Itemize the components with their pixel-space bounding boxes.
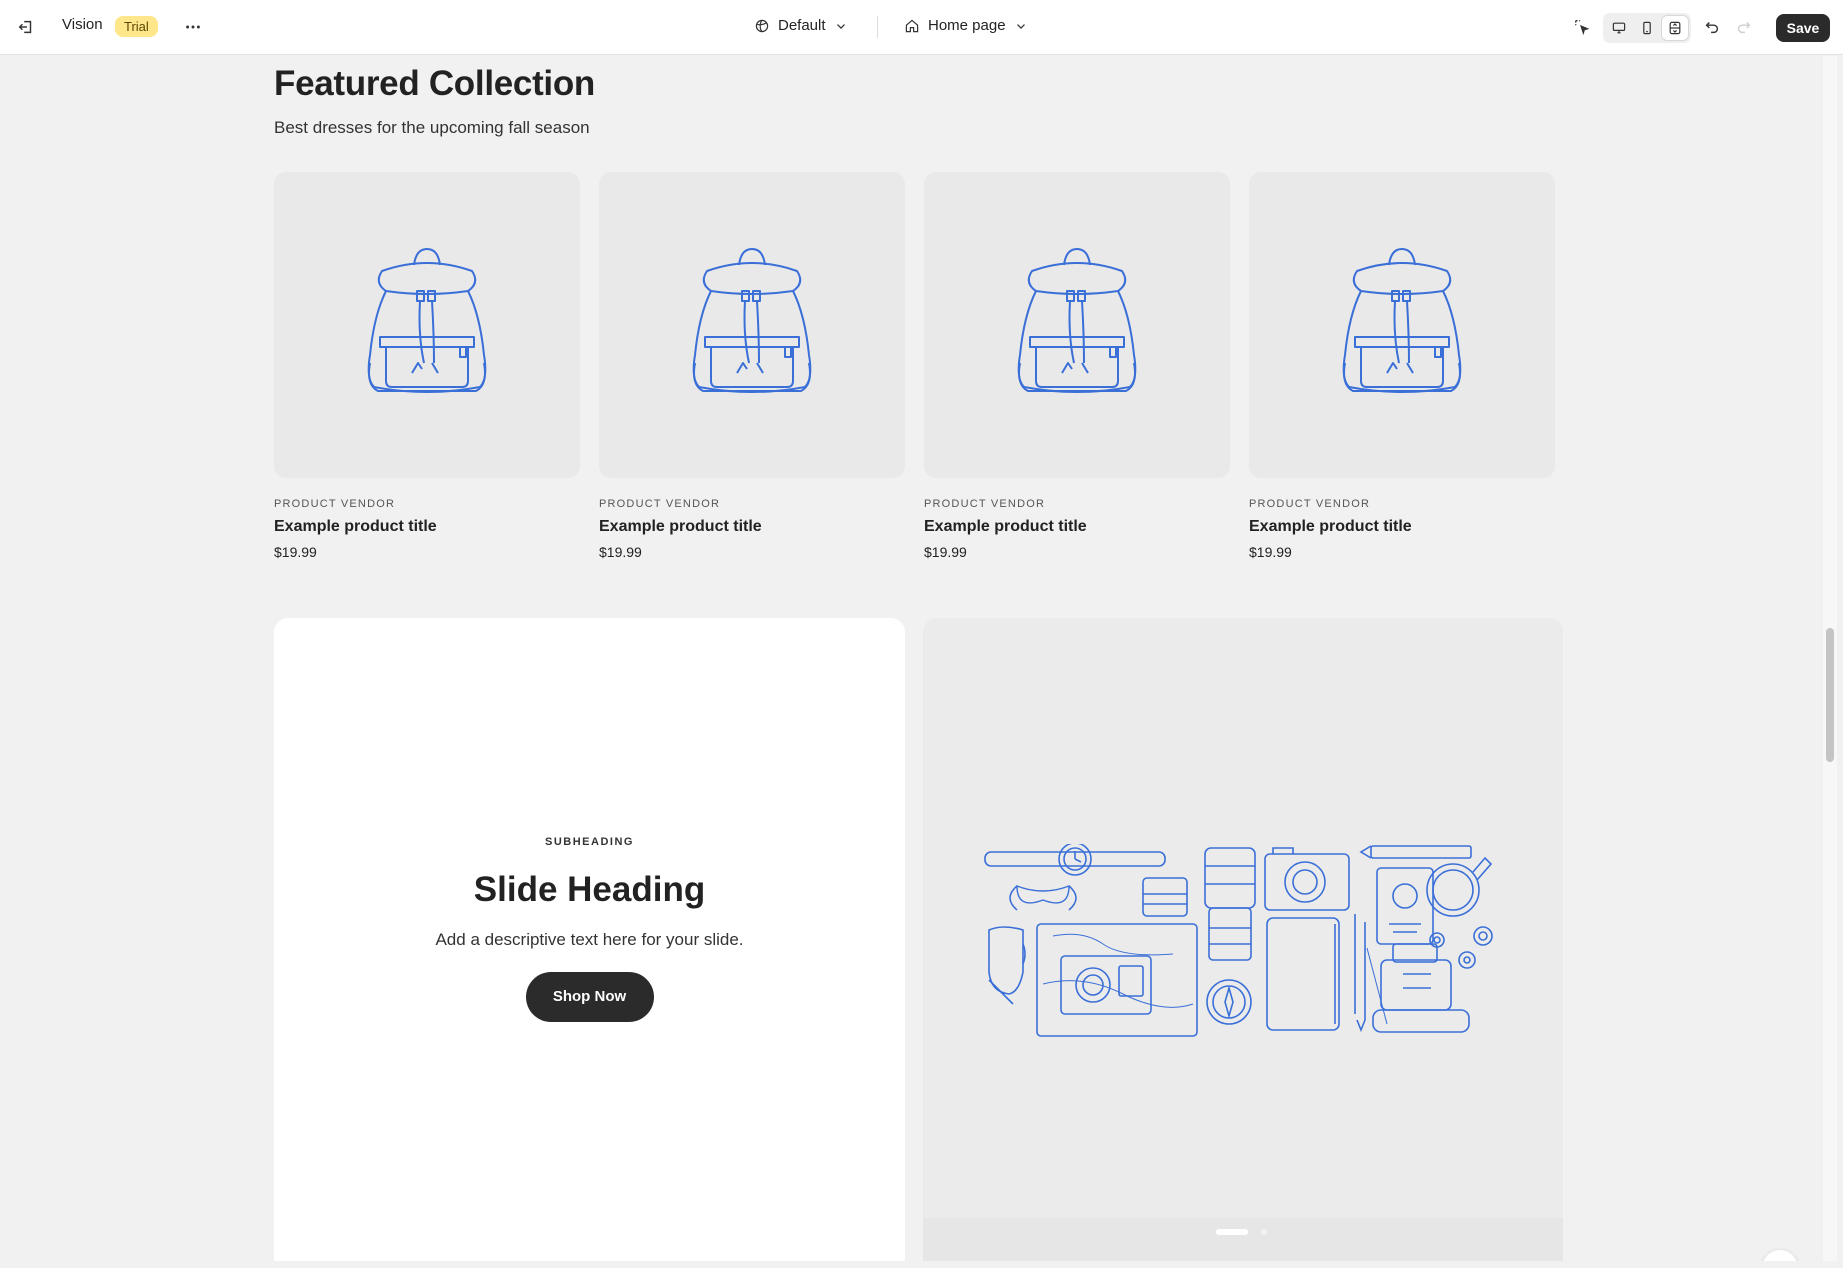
mobile-view-button[interactable] xyxy=(1634,16,1660,40)
shop-now-button[interactable]: Shop Now xyxy=(525,972,654,1022)
slide-description: Add a descriptive text here for your sli… xyxy=(435,930,744,949)
product-card[interactable]: PRODUCT VENDOR Example product title $19… xyxy=(274,172,580,560)
page-dropdown[interactable]: Home page xyxy=(904,17,1028,34)
exit-button[interactable] xyxy=(11,12,41,42)
undo-button[interactable] xyxy=(1697,12,1727,42)
product-price: $19.99 xyxy=(1249,544,1292,560)
product-title[interactable]: Example product title xyxy=(599,518,905,536)
redo-button[interactable] xyxy=(1729,12,1759,42)
slide-dot[interactable] xyxy=(1261,1229,1267,1235)
product-title[interactable]: Example product title xyxy=(1249,518,1555,536)
toolbar-divider xyxy=(877,16,878,38)
backpack-icon xyxy=(1017,248,1137,393)
desktop-view-button[interactable] xyxy=(1606,16,1632,40)
save-button[interactable]: Save xyxy=(1776,14,1830,42)
slide-image-panel xyxy=(923,618,1563,1261)
preview-canvas: Featured Collection Best dresses for the… xyxy=(6,56,1822,1261)
product-image[interactable] xyxy=(274,172,580,478)
product-title[interactable]: Example product title xyxy=(274,518,580,536)
backpack-icon xyxy=(1342,248,1462,393)
mobile-icon xyxy=(1643,21,1651,35)
undo-icon xyxy=(1705,21,1719,34)
collection-title: Featured Collection xyxy=(274,64,596,103)
slide-heading: Slide Heading xyxy=(473,870,706,909)
view-mode-group xyxy=(1603,13,1691,43)
cursor-select-icon xyxy=(1575,20,1590,36)
store-name: Vision xyxy=(62,16,103,33)
more-button[interactable] xyxy=(178,12,208,42)
trial-badge: Trial xyxy=(115,16,158,37)
travel-gear-illustration xyxy=(984,844,1493,1037)
product-image[interactable] xyxy=(599,172,905,478)
backpack-icon xyxy=(367,248,487,393)
product-title[interactable]: Example product title xyxy=(924,518,1230,536)
more-horizontal-icon xyxy=(186,25,200,29)
product-image[interactable] xyxy=(924,172,1230,478)
chevron-down-icon xyxy=(1016,23,1025,29)
slideshow-controls xyxy=(923,1218,1563,1261)
fullwidth-view-button[interactable] xyxy=(1662,16,1688,40)
product-vendor: PRODUCT VENDOR xyxy=(1249,498,1371,510)
home-icon xyxy=(905,19,919,32)
theme-dropdown-label: Default xyxy=(778,17,826,34)
collection-subtitle: Best dresses for the upcoming fall seaso… xyxy=(274,118,590,137)
product-vendor: PRODUCT VENDOR xyxy=(924,498,1046,510)
slide-text-panel: SUBHEADING Slide Heading Add a descripti… xyxy=(274,618,905,1261)
scrollbar-thumb[interactable] xyxy=(1826,628,1834,762)
product-price: $19.99 xyxy=(924,544,967,560)
scroll-to-top-button[interactable] xyxy=(1762,1250,1798,1261)
backpack-icon xyxy=(692,248,812,393)
product-card[interactable]: PRODUCT VENDOR Example product title $19… xyxy=(924,172,1230,560)
product-card[interactable]: PRODUCT VENDOR Example product title $19… xyxy=(1249,172,1555,560)
product-vendor: PRODUCT VENDOR xyxy=(274,498,396,510)
editor-topbar: Vision Trial Default Home page Save xyxy=(0,0,1843,55)
redo-icon xyxy=(1737,21,1751,34)
product-card[interactable]: PRODUCT VENDOR Example product title $19… xyxy=(599,172,905,560)
product-price: $19.99 xyxy=(599,544,642,560)
product-price: $19.99 xyxy=(274,544,317,560)
slide-dot-active[interactable] xyxy=(1216,1229,1248,1235)
fullscreen-icon xyxy=(1669,21,1681,35)
theme-icon xyxy=(755,19,769,32)
desktop-icon xyxy=(1612,22,1626,34)
product-image[interactable] xyxy=(1249,172,1555,478)
product-vendor: PRODUCT VENDOR xyxy=(599,498,721,510)
chevron-down-icon xyxy=(836,23,845,29)
inspector-button[interactable] xyxy=(1567,12,1597,42)
slide-subheading: SUBHEADING xyxy=(545,836,634,848)
exit-icon xyxy=(18,20,32,34)
theme-dropdown[interactable]: Default xyxy=(754,17,848,34)
slide-content: SUBHEADING Slide Heading Add a descripti… xyxy=(274,836,905,1022)
page-dropdown-label: Home page xyxy=(928,17,1006,34)
